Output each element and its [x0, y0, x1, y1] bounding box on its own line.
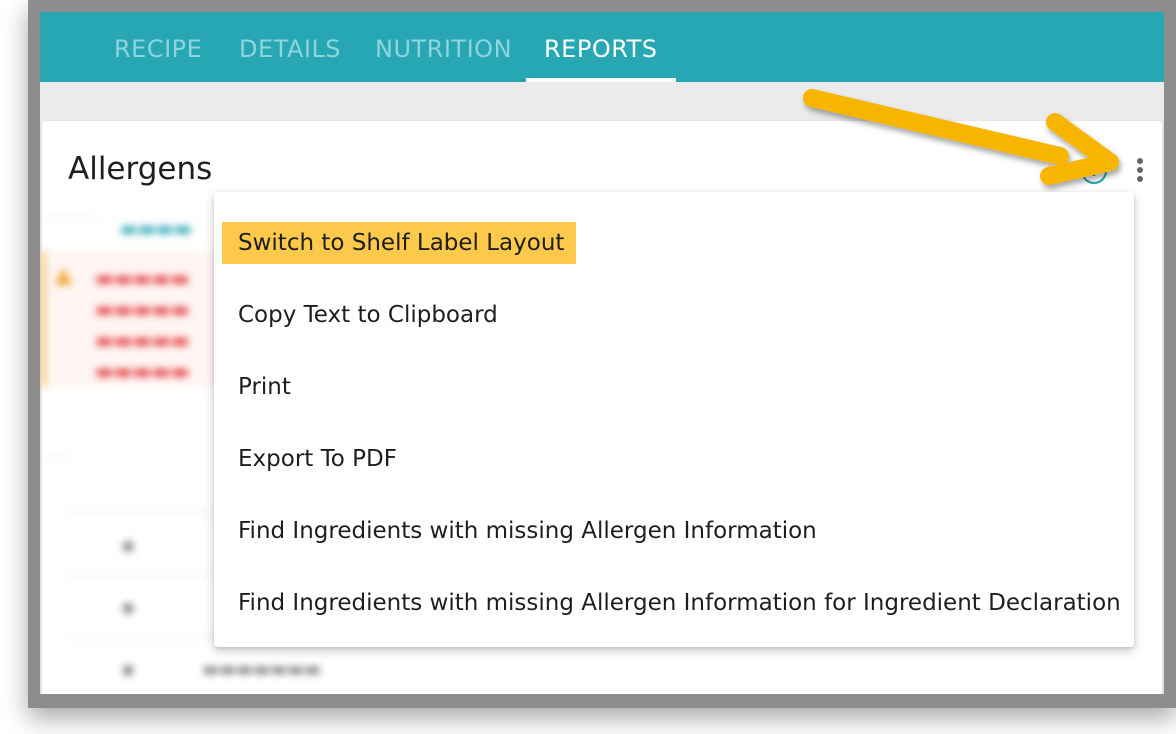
info-icon[interactable]: i: [1081, 158, 1107, 184]
menu-item-find-missing-allergen[interactable]: Find Ingredients with missing Allergen I…: [238, 518, 817, 544]
menu-item-copy-text[interactable]: Copy Text to Clipboard: [238, 302, 498, 328]
menu-item-export-pdf[interactable]: Export To PDF: [238, 446, 397, 472]
top-tab-bar: RECIPE DETAILS NUTRITION REPORTS: [40, 12, 1164, 82]
card-title: Allergens: [68, 151, 213, 187]
kebab-menu-icon[interactable]: [1130, 155, 1150, 185]
tab-nutrition[interactable]: NUTRITION: [375, 12, 512, 82]
tab-recipe[interactable]: RECIPE: [114, 12, 202, 82]
menu-item-find-missing-allergen-declaration[interactable]: Find Ingredients with missing Allergen I…: [238, 590, 1121, 616]
menu-item-print[interactable]: Print: [238, 374, 291, 400]
options-dropdown-menu: Switch to Shelf Label Layout Copy Text t…: [214, 192, 1134, 647]
tab-reports[interactable]: REPORTS: [526, 12, 675, 82]
tab-details[interactable]: DETAILS: [239, 12, 341, 82]
menu-item-switch-shelf-label-layout[interactable]: Switch to Shelf Label Layout: [222, 222, 577, 264]
